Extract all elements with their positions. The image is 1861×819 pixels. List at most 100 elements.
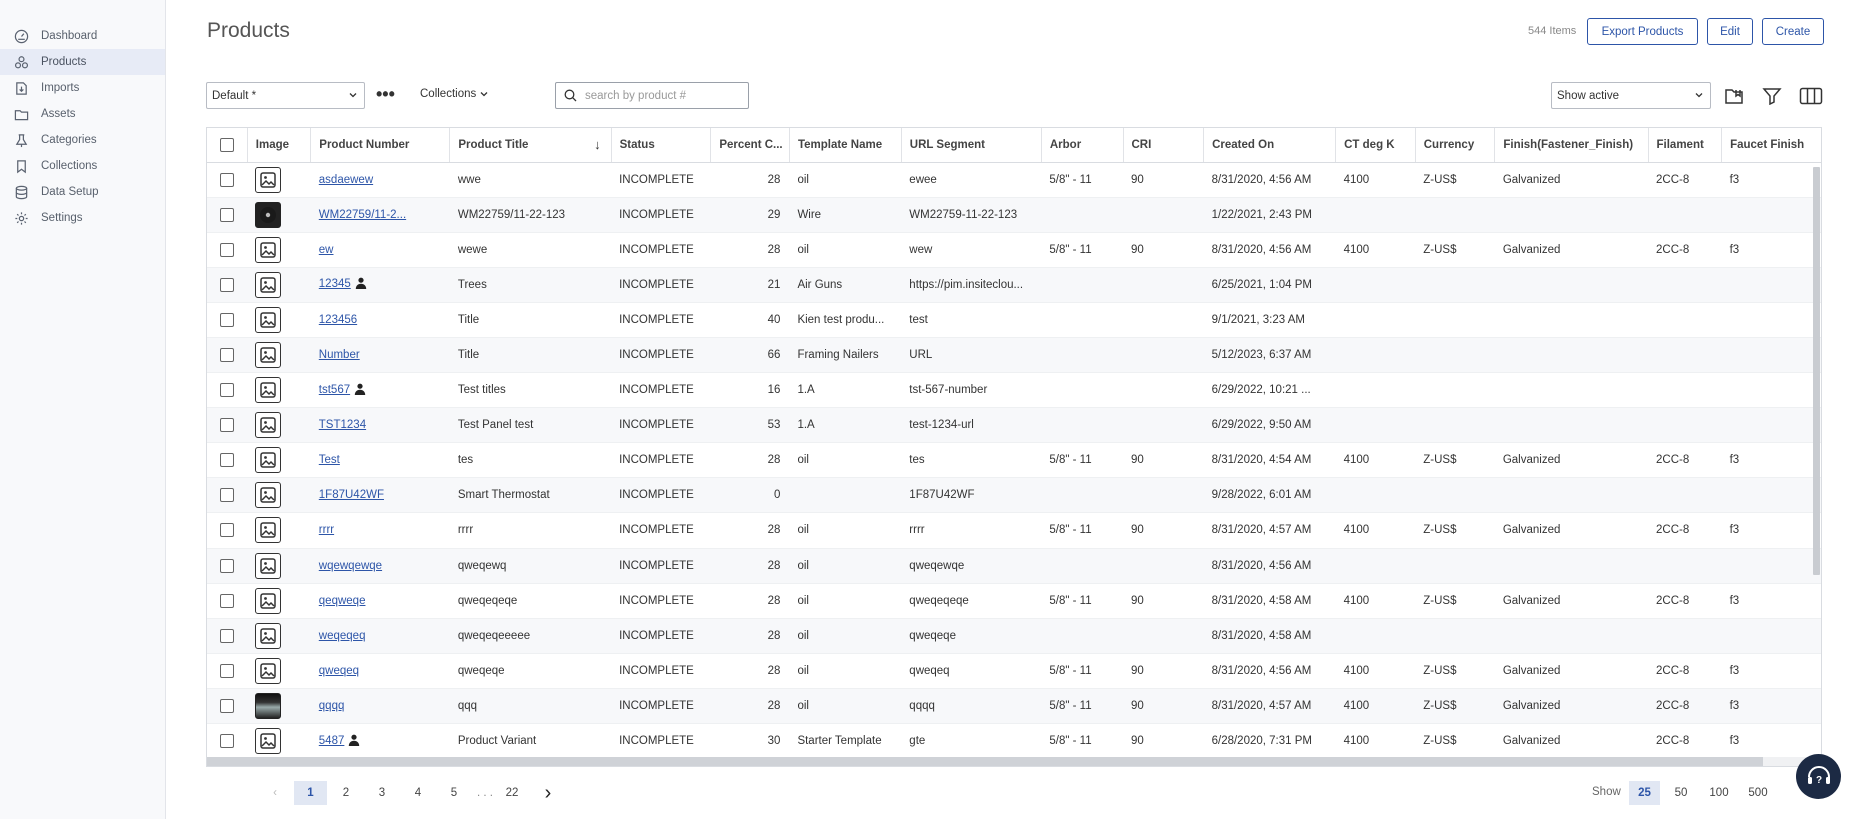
column-header[interactable]: Finish(Fastener_Finish) <box>1494 128 1649 163</box>
table-row[interactable]: 12345 Trees INCOMPLETE 21 Air Guns https://pi… <box>207 267 1821 303</box>
search-input[interactable] <box>585 89 735 102</box>
sidebar-item-imports[interactable]: Imports <box>0 75 165 101</box>
product-number-link[interactable]: WM22759/11-2... <box>319 209 406 221</box>
folder-view-icon[interactable] <box>1722 84 1746 108</box>
table-row[interactable]: asdaewew wwe INCOMPLETE 28 oil ewee 5/8" - 11 9… <box>207 162 1821 198</box>
product-number-link[interactable]: qweqeq <box>319 665 359 677</box>
column-header[interactable]: Arbor <box>1041 128 1124 163</box>
sidebar-item-settings[interactable]: Settings <box>0 205 165 231</box>
vertical-scrollbar[interactable] <box>1813 167 1820 575</box>
product-number-link[interactable]: 1F87U42WF <box>319 489 384 501</box>
sidebar-item-dashboard[interactable]: Dashboard <box>0 23 165 49</box>
product-number-link[interactable]: 12345 <box>319 278 351 290</box>
table-row[interactable]: qeqweqe qweqeqeqe INCOMPLETE 28 oil qweqeqeqe… <box>207 583 1821 619</box>
row-checkbox[interactable] <box>220 312 234 327</box>
image-placeholder-icon[interactable] <box>255 587 282 614</box>
product-number-link[interactable]: qqqq <box>319 700 345 712</box>
row-checkbox[interactable] <box>220 207 234 222</box>
table-row[interactable]: 123456 Title INCOMPLETE 40 Kien test produ..… <box>207 302 1821 338</box>
create-button[interactable]: Create <box>1762 18 1824 45</box>
product-number-link[interactable]: rrrr <box>319 524 334 536</box>
prev-page-button[interactable]: ‹ <box>263 781 287 805</box>
row-checkbox[interactable] <box>220 277 234 292</box>
view-select[interactable]: Default * <box>206 82 365 109</box>
row-checkbox[interactable] <box>220 488 234 503</box>
table-row[interactable]: TST1234 Test Panel test INCOMPLETE 53 1.A tes… <box>207 407 1821 444</box>
page-button-last[interactable]: 22 <box>500 781 524 805</box>
page-size-50[interactable]: 50 <box>1671 781 1691 805</box>
image-placeholder-icon[interactable] <box>255 271 282 298</box>
column-header[interactable]: CT deg K <box>1335 128 1416 163</box>
column-header[interactable]: Currency <box>1415 128 1496 163</box>
row-checkbox[interactable] <box>220 558 234 573</box>
product-number-link[interactable]: weqeqeq <box>319 630 366 642</box>
page-button-4[interactable]: 4 <box>406 781 430 805</box>
image-placeholder-icon[interactable] <box>255 482 282 509</box>
table-row[interactable]: 5487 Product Variant INCOMPLETE 30 Starter T… <box>207 723 1821 760</box>
row-checkbox[interactable] <box>220 523 234 538</box>
column-header[interactable]: Faucet Finish <box>1721 128 1821 163</box>
table-row[interactable]: ew wewe INCOMPLETE 28 oil wew 5/8" - 11 90 8/31/… <box>207 232 1821 268</box>
sidebar-item-assets[interactable]: Assets <box>0 101 165 127</box>
table-row[interactable]: Test tes INCOMPLETE 28 oil tes 5/8" - 11 90 8/31… <box>207 442 1821 479</box>
image-placeholder-icon[interactable] <box>255 728 282 755</box>
image-placeholder-icon[interactable] <box>255 166 282 193</box>
product-number-link[interactable]: asdaewew <box>319 174 373 186</box>
page-button-1[interactable]: 1 <box>294 781 327 805</box>
image-placeholder-icon[interactable] <box>255 412 282 439</box>
row-checkbox[interactable] <box>220 348 234 363</box>
image-placeholder-icon[interactable] <box>255 657 282 684</box>
image-placeholder-icon[interactable] <box>255 517 282 544</box>
collections-dropdown[interactable]: Collections <box>420 88 489 100</box>
filter-icon[interactable] <box>1760 84 1784 108</box>
image-placeholder-icon[interactable] <box>255 552 282 579</box>
image-placeholder-icon[interactable] <box>255 236 282 263</box>
page-button-2[interactable]: 2 <box>334 781 358 805</box>
product-number-link[interactable]: Test <box>319 454 340 466</box>
table-row[interactable]: WM22759/11-2... WM22759/11-22-123 INCOMPLE… <box>207 197 1821 233</box>
column-header[interactable]: Product Number <box>310 128 451 163</box>
sidebar-item-data-setup[interactable]: Data Setup <box>0 179 165 205</box>
columns-icon[interactable] <box>1797 84 1825 108</box>
row-checkbox[interactable] <box>220 734 234 749</box>
row-checkbox[interactable] <box>220 628 234 643</box>
column-header[interactable]: CRI <box>1123 128 1205 163</box>
row-checkbox[interactable] <box>220 172 234 187</box>
table-row[interactable]: Number Title INCOMPLETE 66 Framing Nailers UR… <box>207 337 1821 374</box>
export-products-button[interactable]: Export Products <box>1587 18 1698 45</box>
edit-button[interactable]: Edit <box>1707 18 1753 45</box>
page-size-100[interactable]: 100 <box>1706 781 1732 805</box>
horizontal-scrollbar[interactable] <box>207 757 1763 766</box>
image-placeholder-icon[interactable] <box>255 377 282 404</box>
help-button[interactable]: ? <box>1796 754 1841 799</box>
product-number-link[interactable]: qeqweqe <box>319 595 366 607</box>
sort-descending-icon[interactable]: ↓ <box>594 137 601 152</box>
column-header[interactable]: Created On <box>1203 128 1337 163</box>
row-checkbox[interactable] <box>220 698 234 713</box>
row-checkbox[interactable] <box>220 663 234 678</box>
column-header[interactable]: Status <box>611 128 712 163</box>
column-header[interactable]: Template Name <box>789 128 902 163</box>
image-placeholder-icon[interactable] <box>255 622 282 649</box>
product-number-link[interactable]: TST1234 <box>319 419 366 431</box>
page-size-25[interactable]: 25 <box>1629 781 1660 805</box>
select-all-checkbox[interactable] <box>220 137 234 152</box>
product-number-link[interactable]: Number <box>319 349 360 361</box>
column-header[interactable]: URL Segment <box>901 128 1042 163</box>
row-checkbox[interactable] <box>220 383 234 398</box>
product-thumbnail[interactable] <box>255 692 282 719</box>
product-number-link[interactable]: wqewqewqe <box>319 560 382 572</box>
row-checkbox[interactable] <box>220 593 234 608</box>
column-header[interactable]: Percent C... <box>710 128 790 163</box>
product-number-link[interactable]: ew <box>319 244 334 256</box>
image-placeholder-icon[interactable] <box>255 447 282 474</box>
column-header[interactable]: Image <box>247 128 312 163</box>
column-header-product-title[interactable]: Product Title ↓ <box>449 128 612 163</box>
table-row[interactable]: rrrr rrrr INCOMPLETE 28 oil rrrr 5/8" - 11 90 8/… <box>207 512 1821 549</box>
column-header[interactable]: Filament <box>1648 128 1723 163</box>
page-size-500[interactable]: 500 <box>1745 781 1771 805</box>
table-row[interactable]: qqqq qqq INCOMPLETE 28 oil qqqq 5/8" - 11 90 8/3… <box>207 688 1821 725</box>
product-number-link[interactable]: 123456 <box>319 314 357 326</box>
more-options-button[interactable]: ••• <box>376 84 395 104</box>
table-row[interactable]: tst567 Test titles INCOMPLETE 16 1.A tst-567-… <box>207 372 1821 409</box>
